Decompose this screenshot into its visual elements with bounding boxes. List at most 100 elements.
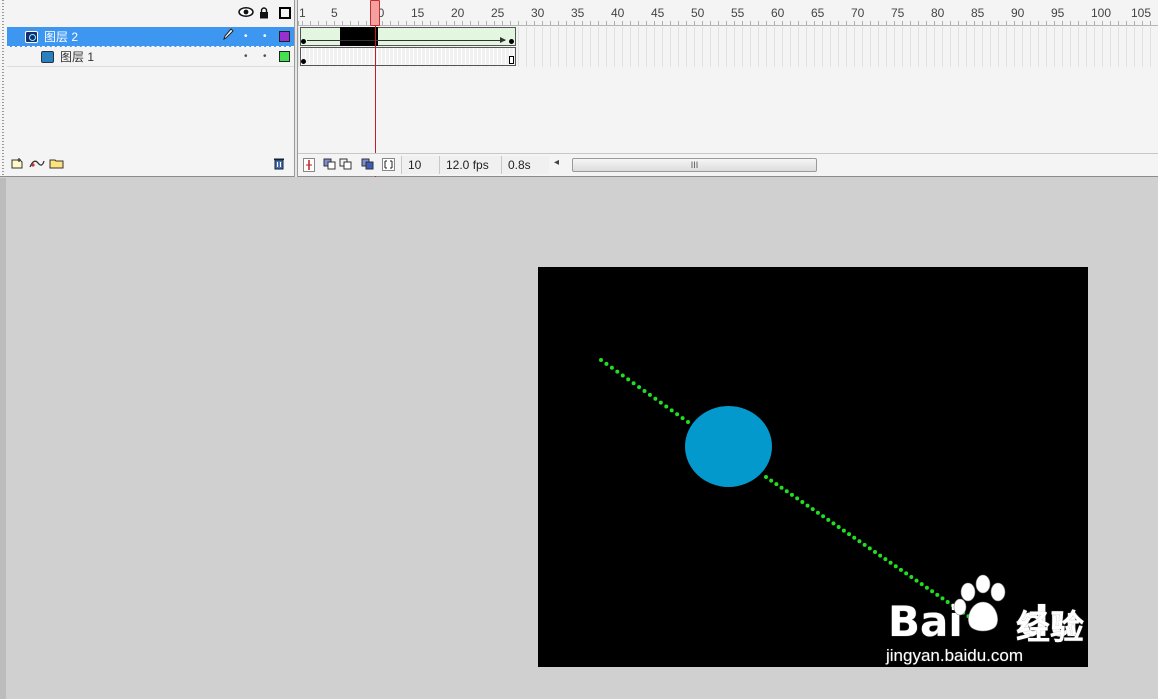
guide-path-dot xyxy=(821,514,826,519)
ruler-frame-number: 40 xyxy=(611,6,625,20)
ruler-frame-number: 80 xyxy=(931,6,945,20)
flash-editor: 图层 2 • • 图层 1 • • 1 5 15 20 25 30 35 40 … xyxy=(0,0,1158,699)
current-frame-field: 10 xyxy=(401,156,439,174)
guide-path-dot xyxy=(637,385,642,390)
ruler-frame-number: 70 xyxy=(851,6,865,20)
layer-name[interactable]: 图层 2 xyxy=(44,27,78,47)
guide-path-dot xyxy=(878,553,883,558)
layer-row-layer-2[interactable]: 图层 2 • • xyxy=(7,27,294,47)
keyframe[interactable] xyxy=(301,59,306,64)
timeline-scrollbar[interactable]: ◂ III xyxy=(554,157,819,173)
scroll-thumb[interactable]: III xyxy=(572,158,817,172)
guide-path-dot xyxy=(847,532,852,537)
ruler-frame-number: 75 xyxy=(891,6,905,20)
guide-path-dot xyxy=(805,503,810,508)
frame-toolbar: 10 12.0 fps 0.8s ◂ III xyxy=(298,153,1158,176)
guide-path-dot xyxy=(764,475,768,479)
guide-path-dot xyxy=(647,392,652,397)
scroll-left-arrow[interactable]: ◂ xyxy=(554,157,559,168)
lock-dot[interactable]: • xyxy=(263,47,267,67)
layer-color-swatch[interactable] xyxy=(279,51,290,62)
insert-folder-icon[interactable] xyxy=(49,157,65,172)
guide-path-dot xyxy=(857,539,862,544)
layer-color-swatch[interactable] xyxy=(279,31,290,42)
frame-ruler[interactable]: 1510152025303540455055606570758085909510… xyxy=(298,0,1158,26)
ruler-frame-number: 35 xyxy=(571,6,585,20)
visibility-dot[interactable]: • xyxy=(244,47,248,67)
ruler-frame-number: 60 xyxy=(771,6,785,20)
playhead[interactable] xyxy=(370,0,380,26)
visibility-dot[interactable]: • xyxy=(244,27,248,47)
outline-icon[interactable] xyxy=(279,7,291,19)
end-frame[interactable] xyxy=(509,56,514,64)
guide-path-dot xyxy=(888,560,893,565)
lock-icon[interactable] xyxy=(259,7,269,19)
guide-path-dot xyxy=(784,489,789,494)
guide-path-dot xyxy=(769,478,774,483)
trash-icon[interactable] xyxy=(273,157,285,173)
guide-path-dot xyxy=(841,528,846,533)
selected-frames[interactable] xyxy=(340,27,378,46)
motion-guide-layer-icon xyxy=(25,31,38,43)
panel-grip[interactable] xyxy=(0,0,7,177)
watermark-url: jingyan.baidu.com xyxy=(886,646,1024,665)
frame-span-layer-1[interactable] xyxy=(300,47,516,66)
pencil-icon xyxy=(222,27,234,47)
frame-rate-field[interactable]: 12.0 fps xyxy=(439,156,501,174)
lock-dot[interactable]: • xyxy=(263,27,267,47)
guide-path-dot xyxy=(815,510,820,515)
center-frame-icon[interactable] xyxy=(303,158,315,175)
guided-layer-icon xyxy=(41,51,54,63)
ruler-frame-number: 55 xyxy=(731,6,745,20)
guide-path-dot xyxy=(599,358,603,362)
motion-tween-arrow xyxy=(307,37,506,43)
ruler-frame-number: 100 xyxy=(1091,6,1112,20)
layer-row-layer-1[interactable]: 图层 1 • • xyxy=(7,47,294,67)
layer-toolbar xyxy=(7,153,294,175)
frame-area[interactable]: 1510152025303540455055606570758085909510… xyxy=(298,0,1158,177)
paw-icon xyxy=(953,574,1006,632)
guide-path-dot xyxy=(680,416,685,421)
ruler-frame-number: 90 xyxy=(1011,6,1025,20)
timeline-panel: 图层 2 • • 图层 1 • • 1 5 15 20 25 30 35 40 … xyxy=(0,0,1158,177)
guide-path-dot xyxy=(658,400,663,405)
ruler-frame-number: 15 xyxy=(411,6,425,20)
guide-path-dot xyxy=(779,485,784,490)
onion-skin-outlines-icon[interactable] xyxy=(339,158,353,173)
ruler-frame-number: 105 xyxy=(1131,6,1152,20)
ruler-frame-number: 1 xyxy=(299,6,306,20)
insert-layer-icon[interactable] xyxy=(11,157,25,172)
ruler-frame-number: 85 xyxy=(971,6,985,20)
guide-path-dot xyxy=(604,361,609,366)
watermark-cn: 经验 xyxy=(1016,609,1084,647)
ruler-frame-number: 50 xyxy=(691,6,705,20)
layer-list: 图层 2 • • 图层 1 • • xyxy=(7,0,294,177)
guide-path-dot xyxy=(893,564,898,569)
modify-markers-icon[interactable] xyxy=(382,158,395,174)
edit-multiple-frames-icon[interactable] xyxy=(361,158,375,173)
guide-path-dot xyxy=(653,396,658,401)
guide-path-dot xyxy=(862,542,867,547)
guide-path-dot xyxy=(620,373,625,378)
guide-path-dot xyxy=(795,496,800,501)
onion-skin-icon[interactable] xyxy=(323,158,337,173)
keyframe[interactable] xyxy=(509,39,514,44)
guide-path-dot xyxy=(675,412,680,417)
layer-header xyxy=(7,0,294,27)
add-motion-guide-icon[interactable] xyxy=(29,157,45,172)
guide-path-dot xyxy=(789,492,794,497)
tween-span-layer-2[interactable] xyxy=(300,27,516,46)
guide-path-dot xyxy=(774,482,779,487)
guide-path-dot xyxy=(867,546,872,551)
keyframe[interactable] xyxy=(301,39,306,44)
guide-path-dot xyxy=(609,365,614,370)
guide-path-dot xyxy=(810,507,815,512)
eye-icon[interactable] xyxy=(238,6,254,21)
guide-path-dot xyxy=(873,550,877,554)
tweened-circle[interactable] xyxy=(685,406,772,487)
layer-name[interactable]: 图层 1 xyxy=(60,47,94,67)
baidu-jingyan-watermark: Bai du 经验 jingyan.baidu.com xyxy=(882,572,1152,672)
ruler-frame-number: 65 xyxy=(811,6,825,20)
guide-path-dot xyxy=(615,369,620,374)
ruler-frame-number: 95 xyxy=(1051,6,1065,20)
